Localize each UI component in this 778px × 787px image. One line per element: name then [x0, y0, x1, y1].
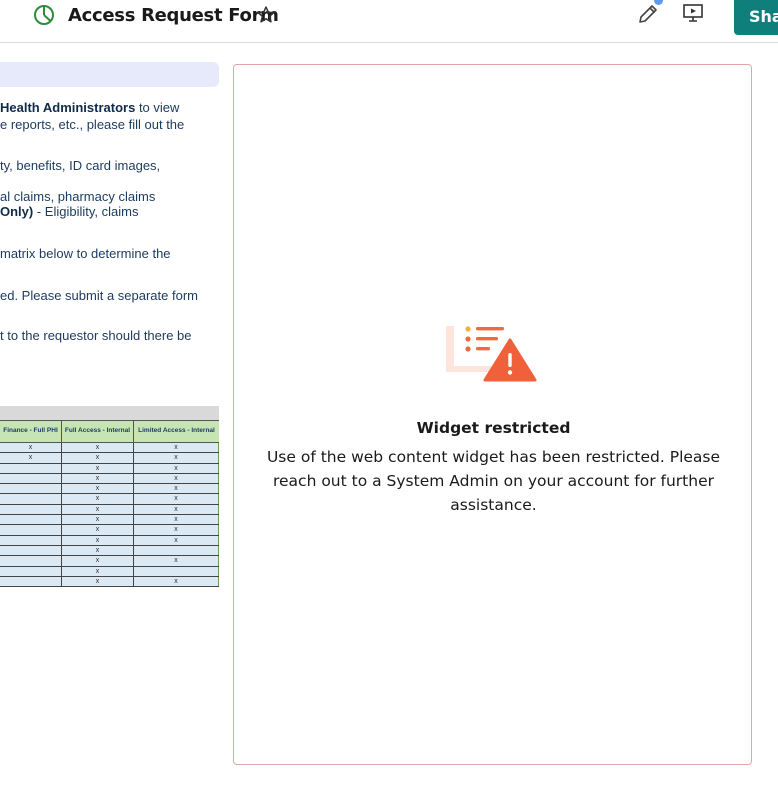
table-row: xx — [0, 494, 219, 505]
table-cell: x — [62, 484, 134, 494]
table-row: xx — [0, 525, 219, 536]
table-cell: x — [134, 535, 219, 545]
doc-line: Health Administrators to view — [0, 100, 180, 115]
table-cell — [0, 473, 62, 484]
table-cell — [134, 545, 219, 556]
table-cell: x — [62, 576, 134, 587]
table-cell: x — [62, 545, 134, 556]
warning-icon — [446, 320, 537, 382]
table-cell — [0, 504, 62, 515]
doc-line: t to the requestor should there be — [0, 328, 192, 343]
matrix-top-band — [0, 406, 219, 420]
table-row: xxx — [0, 453, 219, 464]
table-row: x — [0, 545, 219, 557]
star-icon[interactable] — [256, 5, 276, 25]
table-row: xx — [0, 473, 219, 485]
doc-line: al claims, pharmacy claims — [0, 189, 156, 204]
matrix-header-row: Finance - Full PHI Full Access - Interna… — [0, 420, 219, 443]
doc-line: ty, benefits, ID card images, — [0, 158, 161, 173]
table-cell — [0, 535, 62, 545]
table-cell: x — [62, 504, 134, 515]
notification-dot — [654, 0, 663, 5]
table-cell: x — [134, 463, 219, 473]
table-row: xx — [0, 463, 219, 474]
table-cell: x — [62, 473, 134, 484]
restricted-widget: Widget restricted Use of the web content… — [233, 64, 752, 765]
matrix-header-cell: Full Access - Internal — [62, 421, 134, 442]
table-cell: x — [62, 525, 134, 535]
table-cell — [0, 566, 62, 576]
pencil-icon[interactable] — [636, 2, 660, 26]
table-cell: x — [134, 443, 219, 453]
table-cell: x — [134, 484, 219, 494]
document-widget: Health Administrators to view e reports,… — [0, 62, 220, 602]
table-cell: x — [0, 443, 62, 453]
table-row: xx — [0, 576, 219, 588]
table-cell — [0, 494, 62, 504]
table-row: x — [0, 566, 219, 577]
table-cell — [0, 515, 62, 525]
table-row: xx — [0, 515, 219, 526]
document-header-band — [0, 62, 219, 87]
table-cell: x — [134, 494, 219, 504]
table-row: xx — [0, 484, 219, 495]
widget-restricted-message: Use of the web content widget has been r… — [266, 448, 721, 514]
pie-chart-icon[interactable] — [33, 4, 55, 26]
table-cell: x — [0, 453, 62, 463]
table-cell — [0, 545, 62, 556]
table-cell — [0, 463, 62, 473]
matrix-body: xxxxxxxxxxxxxxxxxxxxxxxxxxxx — [0, 443, 219, 588]
table-cell: x — [134, 473, 219, 484]
doc-line: ed. Please submit a separate form — [0, 288, 198, 303]
table-cell — [0, 484, 62, 494]
access-matrix-table: Finance - Full PHI Full Access - Interna… — [0, 406, 219, 588]
table-cell: x — [62, 494, 134, 504]
page-title: Access Request Form — [68, 5, 279, 26]
table-cell: x — [62, 463, 134, 473]
table-cell: x — [62, 535, 134, 545]
table-row: xx — [0, 535, 219, 546]
table-cell: x — [134, 515, 219, 525]
table-cell — [0, 525, 62, 535]
table-cell: x — [62, 453, 134, 463]
table-cell: x — [134, 525, 219, 535]
doc-line: Only) - Eligibility, claims — [0, 204, 139, 219]
share-button[interactable]: Sha — [734, 0, 778, 35]
matrix-header-cell: Limited Access - Internal — [138, 427, 215, 434]
table-cell: x — [134, 556, 219, 566]
table-cell — [134, 566, 219, 576]
matrix-header-cell: Finance - Full PHI — [0, 421, 62, 442]
table-row: xxx — [0, 443, 219, 454]
table-cell — [0, 556, 62, 566]
doc-line: matrix below to determine the — [0, 246, 171, 261]
present-icon[interactable] — [682, 2, 704, 24]
widget-restricted-title: Widget restricted — [416, 419, 571, 437]
table-cell: x — [62, 566, 134, 576]
table-row: xx — [0, 556, 219, 567]
table-cell — [0, 576, 62, 587]
doc-line: e reports, etc., please fill out the — [0, 117, 185, 132]
table-row: xx — [0, 504, 219, 516]
table-cell: x — [134, 576, 219, 587]
table-cell: x — [62, 443, 134, 453]
table-cell: x — [134, 504, 219, 515]
table-cell: x — [134, 453, 219, 463]
top-bar: Access Request Form Sha — [0, 0, 778, 43]
table-cell: x — [62, 515, 134, 525]
table-cell: x — [62, 556, 134, 566]
